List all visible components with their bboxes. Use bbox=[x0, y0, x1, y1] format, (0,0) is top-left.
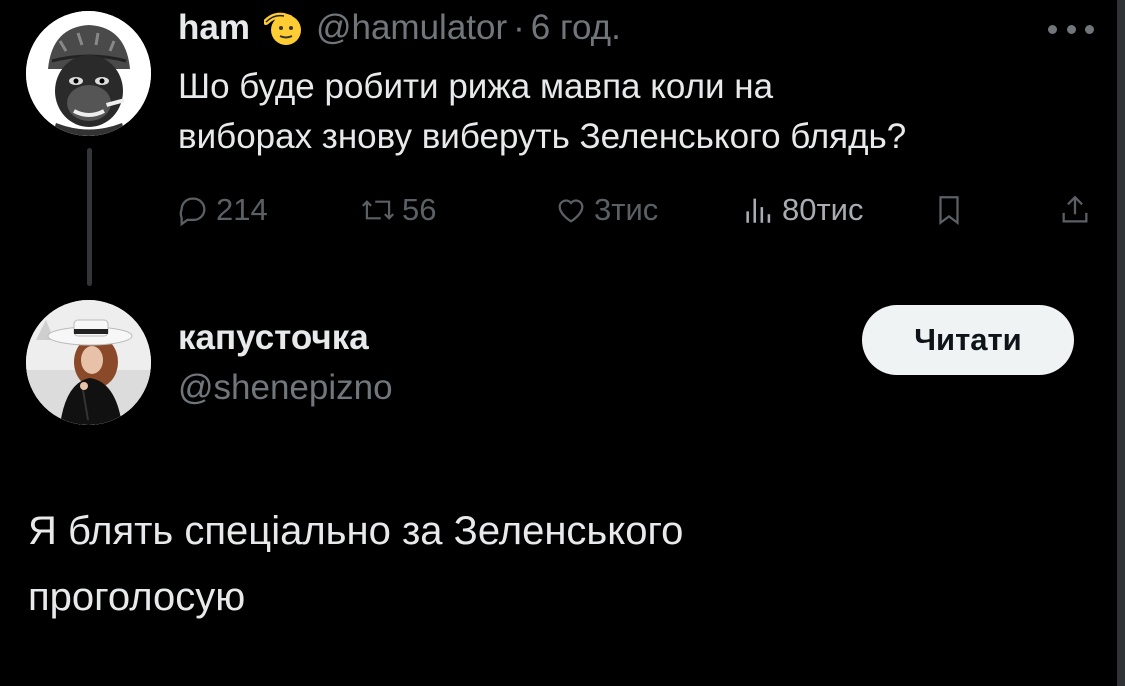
tweet-thread-screen: ham @hamulator · 6 год. Шо буде робити р… bbox=[0, 0, 1125, 686]
tweet-text: Шо буде робити рижа мавпа коли на вибора… bbox=[178, 67, 907, 156]
retweet-count: 56 bbox=[402, 192, 437, 227]
views-action[interactable]: 80тис bbox=[742, 188, 864, 232]
reply-count: 214 bbox=[216, 192, 268, 227]
like-count: 3тис bbox=[594, 192, 659, 227]
thread-connector-line bbox=[87, 148, 92, 286]
view-count: 80тис bbox=[782, 192, 864, 227]
like-action[interactable]: 3тис bbox=[554, 188, 658, 232]
reply-icon bbox=[179, 197, 206, 227]
reply-author-name[interactable]: капусточка bbox=[178, 318, 369, 358]
reply-text-content: Я блять спеціально за Зеленського прогол… bbox=[28, 509, 684, 619]
author-handle[interactable]: @hamulator bbox=[316, 8, 507, 48]
bookmark-action[interactable] bbox=[932, 188, 972, 232]
ham-avatar[interactable] bbox=[26, 11, 151, 136]
kapustochka-avatar[interactable] bbox=[26, 300, 151, 425]
saluting-face-emoji-icon bbox=[263, 8, 304, 48]
separator-dot: · bbox=[513, 8, 525, 47]
follow-button[interactable]: Читати bbox=[862, 305, 1074, 375]
share-action[interactable] bbox=[1058, 188, 1098, 232]
share-icon bbox=[1062, 195, 1088, 223]
retweet-icon bbox=[361, 200, 395, 220]
reply-author-handle[interactable]: @shenepizno bbox=[178, 368, 393, 408]
tweet-header: ham @hamulator · 6 год. bbox=[178, 6, 621, 50]
views-chart-icon bbox=[746, 198, 771, 223]
author-name[interactable]: ham bbox=[178, 8, 250, 48]
more-options-icon[interactable] bbox=[1048, 22, 1094, 36]
woman-in-hat-avatar-image bbox=[26, 300, 151, 425]
gorilla-soldier-avatar-image bbox=[26, 11, 151, 136]
retweet-action[interactable]: 56 bbox=[360, 188, 436, 232]
bookmark-icon bbox=[939, 196, 959, 226]
scrollbar[interactable] bbox=[1117, 0, 1125, 686]
reply-action[interactable]: 214 bbox=[176, 188, 268, 232]
heart-icon bbox=[558, 199, 584, 223]
tweet-timestamp[interactable]: 6 год. bbox=[531, 8, 621, 48]
tweet-actions-bar: 214 56 3тис 80тис bbox=[176, 188, 1096, 232]
reply-text: Я блять спеціально за Зеленського прогол… bbox=[28, 498, 1088, 630]
